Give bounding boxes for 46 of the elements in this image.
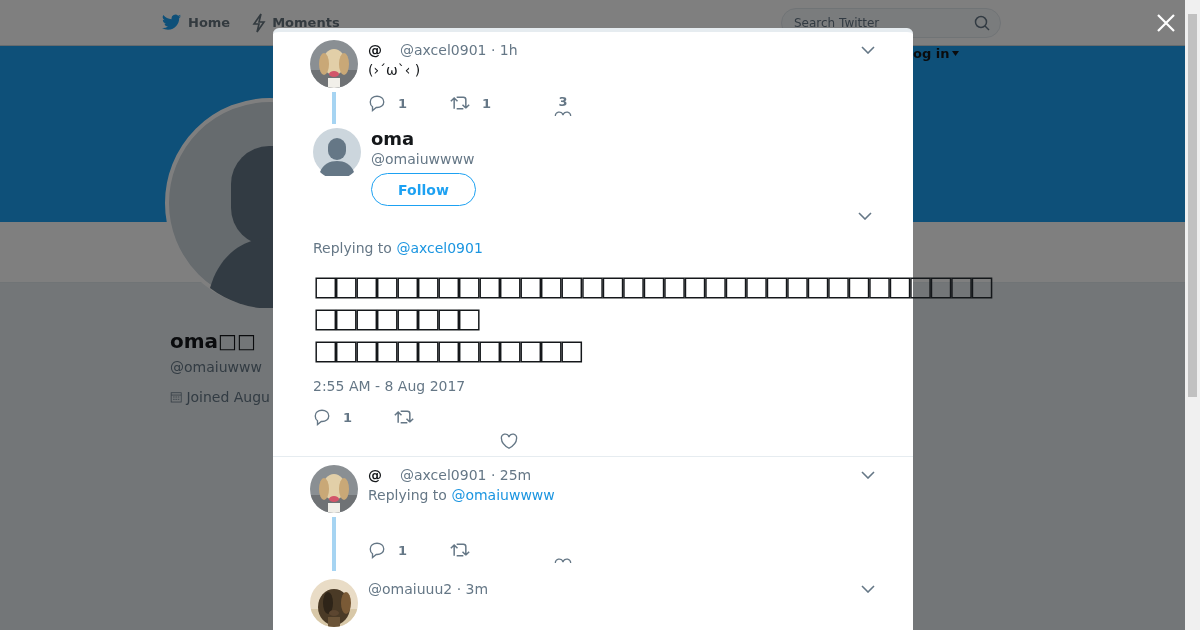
user-handle[interactable]: @omaiuuu2 · 3m — [368, 581, 489, 597]
chevron-icon[interactable] — [861, 585, 875, 593]
retweet-icon[interactable] — [450, 94, 470, 112]
reply-icon[interactable] — [368, 541, 386, 559]
user-handle[interactable]: @axcel0901 · 1h — [400, 42, 518, 58]
user-handle[interactable]: @omaiuwwww — [371, 151, 476, 167]
profile-name: oma□□ — [170, 329, 257, 353]
joined-date: Joined Augu — [186, 389, 270, 405]
like-count: 3 — [558, 94, 568, 109]
close-icon[interactable] — [1156, 13, 1176, 33]
chevron-icon[interactable] — [861, 471, 875, 479]
heart-icon[interactable] — [500, 432, 518, 450]
user-name[interactable]: @ — [368, 467, 382, 483]
reply-count: 1 — [398, 95, 408, 111]
retweet-count: 1 — [482, 95, 492, 111]
tweet-text-line: □□□□□□□□□□□□□ — [313, 334, 580, 366]
user-name[interactable]: oma — [371, 128, 476, 149]
reply-count: 1 — [343, 409, 353, 425]
profile-handle: @omaiuwww — [170, 359, 263, 375]
calendar-icon — [170, 389, 183, 405]
mention-link[interactable]: @axcel0901 — [396, 240, 483, 256]
user-handle[interactable]: @axcel0901 · 25m — [400, 467, 532, 483]
chevron-icon[interactable] — [861, 46, 875, 54]
avatar-icon — [313, 128, 361, 176]
nav-link[interactable]: Moments — [252, 12, 340, 33]
tweet-text-line: □□□□□□□□□□□□□□□□□□□□□□□□□□□□□□□□□ — [313, 270, 990, 302]
follow-button[interactable]: Follow — [371, 173, 476, 206]
user-name[interactable]: @ — [368, 42, 382, 58]
replying-to-text: Replying to @omaiuwwww — [368, 487, 556, 503]
bird-icon — [162, 14, 182, 31]
mention-link[interactable]: @omaiuwwww — [451, 487, 555, 503]
retweet-icon[interactable] — [450, 541, 470, 559]
reply-icon[interactable] — [313, 408, 331, 426]
reply-count: 1 — [398, 542, 408, 558]
retweet-icon[interactable] — [394, 408, 414, 426]
caret-icon — [952, 51, 960, 56]
scrollbar[interactable] — [1185, 0, 1200, 630]
reply-icon[interactable] — [368, 94, 386, 112]
chevron-icon[interactable] — [858, 212, 872, 220]
replying-to-text: Replying to @axcel0901 — [313, 240, 484, 256]
tweet-timestamp: 2:55 AM - 8 Aug 2017 — [313, 378, 467, 394]
search-icon[interactable] — [974, 14, 990, 31]
tweet-text: (›´ω`‹ ) — [368, 62, 422, 78]
nav-link[interactable]: Home — [162, 14, 231, 31]
lightning-icon — [252, 12, 267, 33]
tweet-text-line: □□□□□□□□ — [313, 302, 478, 334]
